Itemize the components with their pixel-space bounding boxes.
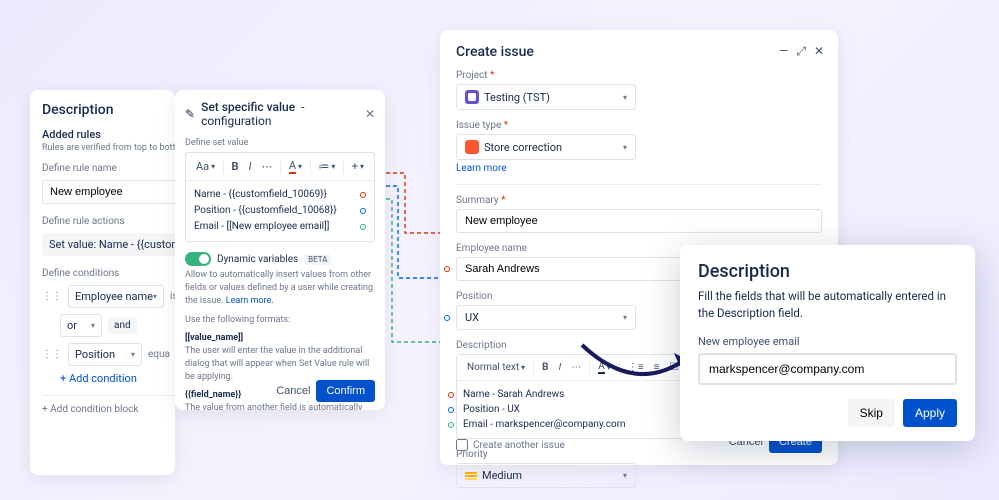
editor-line-name[interactable]: Name - {{customfield_10069}} <box>194 187 327 203</box>
summary-label: Summary <box>456 195 822 206</box>
add-condition-block-link[interactable]: + Add condition block <box>42 404 175 415</box>
cancel-button[interactable]: Cancel <box>276 385 310 397</box>
condition-field-select-2[interactable]: Position▾ <box>68 343 142 366</box>
italic-button[interactable]: I <box>245 158 256 175</box>
drag-handle-icon[interactable]: ⋮⋮ <box>42 349 62 360</box>
more-format-button[interactable]: ⋯ <box>257 158 276 175</box>
drag-handle-icon[interactable]: ⋮⋮ <box>42 291 62 302</box>
issue-type-select[interactable]: Store correction▾ <box>456 134 636 160</box>
define-rule-name-label: Define rule name <box>42 163 175 174</box>
new-employee-email-input[interactable] <box>698 353 957 385</box>
dialog-body: Fill the fields that will be automatical… <box>698 288 957 321</box>
added-rules-hint: Rules are verified from top to bottom. D… <box>42 143 175 153</box>
connector-dot-green <box>448 422 454 428</box>
dynamic-variables-label: Dynamic variables <box>217 254 298 265</box>
chevron-down-icon: ▾ <box>623 471 627 480</box>
text-style-button[interactable]: Normal text ▾ <box>463 360 529 375</box>
bullet-list-button[interactable]: ⋮≡ <box>624 360 648 375</box>
added-rules-heading: Added rules <box>42 128 175 141</box>
priority-select[interactable]: Medium▾ <box>456 463 636 488</box>
list-button[interactable]: ≔▾ <box>314 158 339 175</box>
connector-dot-blue <box>448 407 454 413</box>
chevron-down-icon: ▾ <box>153 292 157 301</box>
rule-name-input[interactable] <box>42 180 175 204</box>
italic-button[interactable]: I <box>555 360 566 375</box>
number-list-button[interactable]: ≡ <box>650 360 664 375</box>
summary-input[interactable] <box>456 209 822 233</box>
rich-text-editor: Aa▾ B I ⋯ A▾ ≔▾ +▾ Name - {{customfield_… <box>185 152 375 242</box>
insert-button[interactable]: +▾ <box>348 158 368 175</box>
set-value-config-panel: ✎ Set specific value - configuration ✕ D… <box>175 90 385 410</box>
condition-field-select-1[interactable]: Employee name▾ <box>68 285 164 308</box>
position-select[interactable]: UX▾ <box>456 305 636 330</box>
editor-line-position[interactable]: Position - {{customfield_10068}} <box>194 203 337 219</box>
expand-icon[interactable]: ⤢ <box>796 44 806 59</box>
skip-button[interactable]: Skip <box>848 399 895 427</box>
editor-line-email[interactable]: Email - [[New employee email]] <box>194 219 329 235</box>
more-button[interactable]: ⋯ <box>567 360 585 375</box>
chevron-down-icon: ▾ <box>131 350 135 359</box>
rule-action-chip[interactable]: Set value: Name - {{customfield_10069}} <box>42 233 175 256</box>
define-set-value-label: Define set value <box>175 138 385 152</box>
priority-medium-icon <box>465 475 477 477</box>
pencil-icon: ✎ <box>185 107 195 121</box>
project-select[interactable]: Testing (TST)▾ <box>456 84 636 110</box>
dialog-title: Description <box>698 261 957 282</box>
close-icon[interactable]: ✕ <box>814 44 824 59</box>
issue-type-label: Issue type <box>456 120 822 131</box>
minimize-icon[interactable]: — <box>779 44 788 59</box>
connector-dot-green <box>360 224 366 230</box>
chevron-down-icon: ▾ <box>623 143 627 152</box>
connector-dot-blue <box>444 315 450 321</box>
bold-button[interactable]: B <box>228 158 243 175</box>
connector-dot-red <box>444 266 450 272</box>
learn-more-link[interactable]: Learn more <box>456 163 507 174</box>
chevron-down-icon: ▾ <box>623 93 627 102</box>
text-color-button[interactable]: A▾ <box>285 157 306 176</box>
connector-dot-red <box>448 392 454 398</box>
apply-button[interactable]: Apply <box>903 399 957 427</box>
beta-badge: BETA <box>304 254 331 265</box>
new-employee-email-label: New employee email <box>698 335 957 348</box>
learn-more-link[interactable]: Learn more. <box>226 296 274 306</box>
connector-dot-red <box>360 192 366 198</box>
text-color-button[interactable]: A▾ <box>594 359 615 376</box>
or-select[interactable]: or▾ <box>60 314 102 337</box>
bold-button[interactable]: B <box>538 360 552 375</box>
chevron-down-icon: ▾ <box>623 313 627 322</box>
define-conditions-label: Define conditions <box>42 268 175 279</box>
issue-type-icon <box>465 140 479 154</box>
create-another-checkbox[interactable]: Create another issue <box>456 439 565 451</box>
confirm-button[interactable]: Confirm <box>316 380 375 402</box>
connector-dot-blue <box>360 208 366 214</box>
project-icon <box>465 90 479 104</box>
dynamic-variables-toggle[interactable] <box>185 252 211 266</box>
text-style-button[interactable]: Aa▾ <box>192 158 219 175</box>
rules-panel-title: Description <box>42 102 175 118</box>
create-issue-title: Create issue <box>456 44 822 60</box>
project-label: Project <box>456 70 822 81</box>
close-icon[interactable]: ✕ <box>365 107 375 121</box>
define-rule-actions-label: Define rule actions <box>42 216 175 227</box>
rules-panel: Description Added rules Rules are verifi… <box>30 90 175 475</box>
and-tag: and <box>108 317 137 334</box>
add-condition-link[interactable]: + Add condition <box>60 372 175 385</box>
description-fill-dialog: Description Fill the fields that will be… <box>680 245 975 441</box>
